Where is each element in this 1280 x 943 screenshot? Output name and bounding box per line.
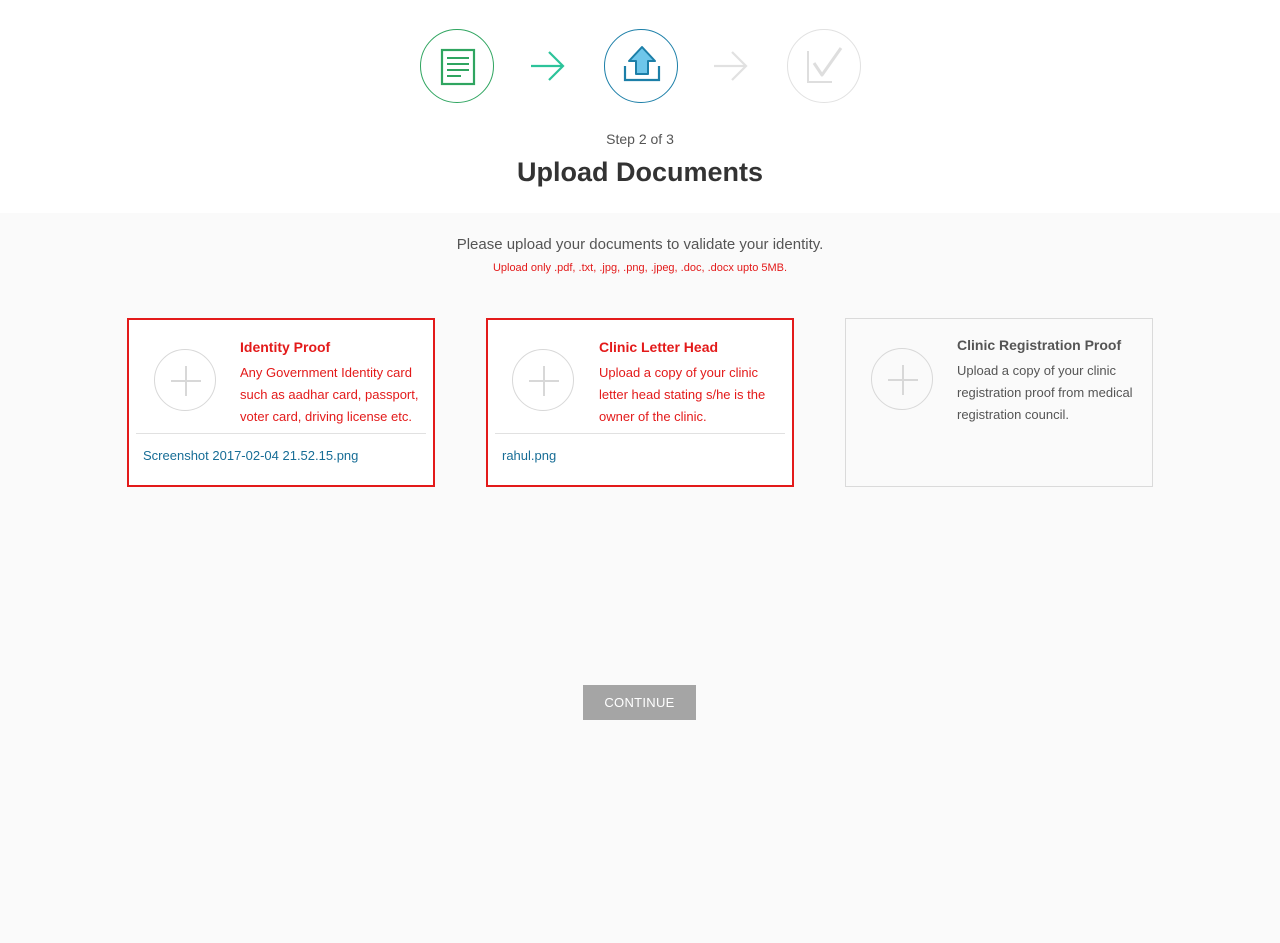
- arrow-right-icon: [714, 51, 748, 81]
- step-2-circle: [604, 29, 678, 103]
- plus-icon: [171, 366, 201, 396]
- step-indicator: Step 2 of 3: [606, 131, 674, 147]
- continue-button[interactable]: CONTINUE: [583, 685, 696, 720]
- clinic-letter-head-card: Clinic Letter Head Upload a copy of your…: [486, 318, 794, 487]
- stepper-header: Step 2 of 3 Upload Documents: [0, 0, 1280, 213]
- card-description: Upload a copy of your clinic letter head…: [599, 365, 766, 424]
- plus-icon: [888, 365, 918, 395]
- uploaded-file-link[interactable]: rahul.png: [502, 448, 556, 463]
- clinic-letter-head-upload-button[interactable]: [512, 349, 574, 411]
- step-3-circle: [787, 29, 861, 103]
- checkmark-icon: [807, 47, 843, 83]
- arrow-right-icon: [531, 51, 565, 81]
- uploaded-file-link[interactable]: Screenshot 2017-02-04 21.52.15.png: [143, 448, 358, 463]
- card-title: Identity Proof: [240, 339, 331, 355]
- file-type-warning: Upload only .pdf, .txt, .jpg, .png, .jpe…: [492, 262, 788, 274]
- card-title: Clinic Registration Proof: [957, 337, 1122, 353]
- document-icon: [440, 48, 476, 86]
- plus-icon: [529, 366, 559, 396]
- identity-proof-card: Identity Proof Any Government Identity c…: [127, 318, 435, 487]
- card-divider: [495, 433, 785, 434]
- card-divider: [136, 433, 426, 434]
- clinic-registration-proof-card: Clinic Registration Proof Upload a copy …: [845, 318, 1153, 487]
- upload-icon: [623, 46, 661, 82]
- identity-proof-upload-button[interactable]: [154, 349, 216, 411]
- page-title: Upload Documents: [516, 157, 764, 187]
- card-description: Any Government Identity card such as aad…: [240, 365, 419, 424]
- clinic-registration-proof-upload-button[interactable]: [871, 348, 933, 410]
- intro-text: Please upload your documents to validate…: [456, 236, 824, 253]
- step-1-circle: [420, 29, 494, 103]
- card-description: Upload a copy of your clinic registratio…: [957, 363, 1133, 422]
- card-title: Clinic Letter Head: [599, 339, 719, 355]
